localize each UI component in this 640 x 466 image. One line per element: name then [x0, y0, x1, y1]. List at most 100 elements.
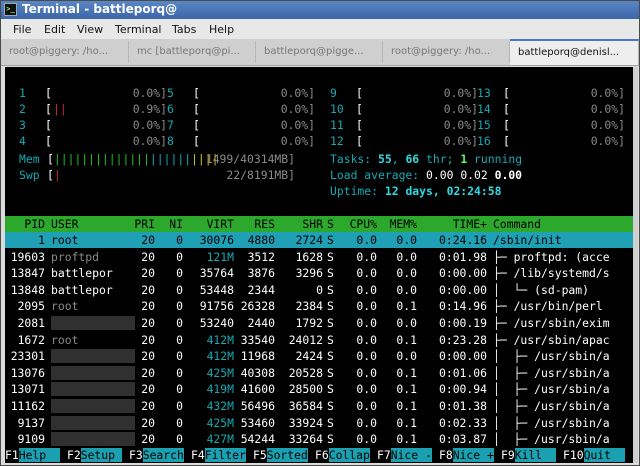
header-cpu[interactable]: CPU% — [343, 216, 377, 232]
header-state[interactable]: S — [327, 216, 334, 232]
process-row[interactable]: 13847 battlepor 20 0 35764 3876 3296 S 0.0 0.0 0:0… — [5, 265, 633, 281]
cell-virt: 53448 — [199, 282, 234, 297]
tab-root-piggery-2[interactable]: root@piggery: /ho... — [383, 41, 510, 63]
header-time[interactable]: TIME+ — [425, 216, 487, 232]
header-virt[interactable]: VIRT — [189, 216, 234, 232]
process-row[interactable]: 11162 20 0 432M 56496 36584 S 0.0 0.1 0:01.38 │ ├─… — [5, 398, 633, 414]
cpu-percent: 0.0%] — [443, 102, 478, 116]
cell-pri: 20 — [141, 266, 155, 281]
cpu-percent: 0.0%] — [280, 134, 315, 148]
process-row[interactable]: 23301 20 0 412M 11968 2424 S 0.0 0.0 0:00.00 │ ├─ … — [5, 348, 633, 364]
cell-command: │ ├─ /usr/sbin/a — [493, 399, 610, 413]
cpu-number: 5 — [167, 86, 174, 100]
process-table-header[interactable]: PID USER PRI NI VIRT RES SHR S CPU% MEM%… — [5, 216, 633, 232]
cpu-number: 1 — [19, 86, 26, 100]
fkey-f7[interactable]: F7Nice - — [377, 447, 432, 463]
process-row[interactable]: 13848 battlepor 20 0 53448 2344 0 S 0.0 0.0 0:00.0… — [5, 282, 633, 298]
cell-mem: 0.0 — [396, 249, 417, 264]
process-row[interactable]: 1672 root 20 0 412M 33540 24012 S 0.0 0.1 0:23.28 ├… — [5, 332, 633, 348]
cell-ni: 0 — [176, 249, 183, 264]
cell-shr: 1792 — [295, 316, 323, 330]
process-row[interactable]: 9137 20 0 425M 53460 33924 S 0.0 0.1 0:02.33 │ ├─ … — [5, 415, 633, 431]
cell-pri: 20 — [141, 332, 155, 347]
cpu-number: 13 — [477, 86, 491, 100]
process-row[interactable]: 13071 20 0 419M 41600 28500 S 0.0 0.1 0:00.94 │ ├─… — [5, 381, 633, 397]
cell-pid: 1 — [38, 233, 45, 247]
cpu-meter-14: 14[0.0%] — [477, 102, 625, 116]
cpu-number: 2 — [19, 102, 26, 116]
cpu-number: 9 — [330, 86, 337, 100]
cell-command: │ ├─ /usr/sbin/a — [493, 365, 610, 380]
header-mem[interactable]: MEM% — [383, 216, 417, 232]
fkey-f3[interactable]: F3Search — [129, 447, 184, 463]
header-pri[interactable]: PRI — [121, 216, 155, 232]
fkey-f9[interactable]: F9Kill — [501, 447, 556, 463]
tab-battleporq-piggery[interactable]: battleporq@pigge... — [256, 41, 383, 63]
fkey-f5[interactable]: F5Sorted — [253, 447, 308, 463]
fkey-f2[interactable]: F2Setup — [67, 447, 122, 463]
cpu-percent: 0.0%] — [590, 118, 625, 132]
menu-help[interactable]: Help — [209, 23, 234, 36]
menu-edit[interactable]: Edit — [44, 23, 65, 36]
cell-pid: 2081 — [17, 316, 45, 330]
cell-s: S — [327, 365, 334, 380]
header-res[interactable]: RES — [235, 216, 275, 232]
cpu-percent: 0.0%] — [132, 118, 167, 132]
cpu-number: 14 — [477, 102, 491, 116]
scrollbar[interactable] — [633, 67, 638, 463]
cell-ni: 0 — [176, 233, 183, 247]
cell-command: /sbin/init — [493, 233, 562, 247]
cpu-percent: 0.0%] — [443, 86, 478, 100]
menu-tabs[interactable]: Tabs — [172, 23, 196, 36]
menu-view[interactable]: View — [77, 23, 103, 36]
cell-time: 0:00.19 — [438, 316, 487, 330]
header-ni[interactable]: NI — [157, 216, 183, 232]
process-row[interactable]: 2081 20 0 53240 2440 1792 S 0.0 0.0 0:00.19 ├─ /us… — [5, 315, 633, 331]
cell-mem: 0.1 — [396, 415, 417, 430]
terminal-app-icon: >_ — [4, 3, 17, 16]
process-row[interactable]: 19603 proftpd 20 0 121M 3512 1628 S 0.0 0.0 0:01.9… — [5, 249, 633, 265]
process-row[interactable]: 1 root 20 0 30076 4880 2724 S 0.0 0.0 0:24.16/sbin… — [5, 232, 633, 248]
tab-mc[interactable]: mc [battleporq@pi... — [129, 41, 256, 63]
header-command[interactable]: Command — [493, 216, 541, 232]
cell-command: ├─ proftpd: (acce — [493, 249, 610, 264]
cell-res: 56496 — [240, 399, 275, 413]
menu-file[interactable]: File — [13, 23, 31, 36]
cell-cpu: 0.0 — [356, 349, 377, 364]
redacted-user — [51, 399, 135, 413]
cell-shr: 33264 — [288, 432, 323, 447]
cell-s: S — [327, 382, 334, 397]
fkey-f6[interactable]: F6Collap — [315, 447, 370, 463]
cell-mem: 0.0 — [396, 349, 417, 364]
cell-s: S — [327, 266, 334, 281]
header-pid[interactable]: PID — [5, 216, 45, 232]
fkey-f10[interactable]: F10Quit — [563, 447, 625, 463]
cell-user: battlepor — [51, 266, 113, 281]
process-row[interactable]: 13076 20 0 425M 40308 20528 S 0.0 0.1 0:01.06 │ ├─… — [5, 365, 633, 381]
fkey-f1[interactable]: F1Help — [5, 447, 60, 463]
cell-mem: 0.1 — [396, 432, 417, 447]
menu-terminal[interactable]: Terminal — [115, 23, 162, 36]
process-row[interactable]: 9109 20 0 427M 54244 33264 S 0.0 0.1 0:03.87 │ ├─ … — [5, 431, 633, 447]
tab-battleporq-denisl[interactable]: battleporq@denisl... — [510, 39, 639, 65]
fkey-f8[interactable]: F8Nice + — [439, 447, 494, 463]
cell-pid: 19603 — [10, 249, 45, 264]
cell-pri: 20 — [141, 282, 155, 297]
cell-cpu: 0.0 — [356, 399, 377, 413]
cell-res: 53460 — [240, 415, 275, 430]
cell-shr: 2384 — [295, 299, 323, 314]
cell-pri: 20 — [141, 299, 155, 314]
fkey-f4[interactable]: F4Filter — [191, 447, 246, 463]
cpu-percent: 0.0%] — [280, 118, 315, 132]
title-bar[interactable]: >_ Terminal - battleporq@ — [1, 1, 639, 19]
header-shr[interactable]: SHR — [281, 216, 323, 232]
header-user[interactable]: USER — [51, 216, 78, 232]
terminal-screen[interactable]: 1[0.0%] 2[|| 0.9%] 3[0.0%] 4[0.0%] 5[0.0%] 6[0… — [5, 67, 633, 463]
cell-command: ├─ /usr/sbin/apac — [493, 332, 610, 347]
cell-command: │ └─ (sd-pam) — [493, 282, 590, 297]
cpu-meter-6: 6[0.0%] — [167, 102, 315, 116]
cell-s: S — [327, 282, 334, 297]
tab-root-piggery-1[interactable]: root@piggery: /ho... — [1, 41, 129, 63]
cell-shr: 28500 — [288, 382, 323, 397]
process-row[interactable]: 2095 root 20 0 91756 26328 2384 S 0.0 0.1 0:14.96 ├… — [5, 298, 633, 314]
